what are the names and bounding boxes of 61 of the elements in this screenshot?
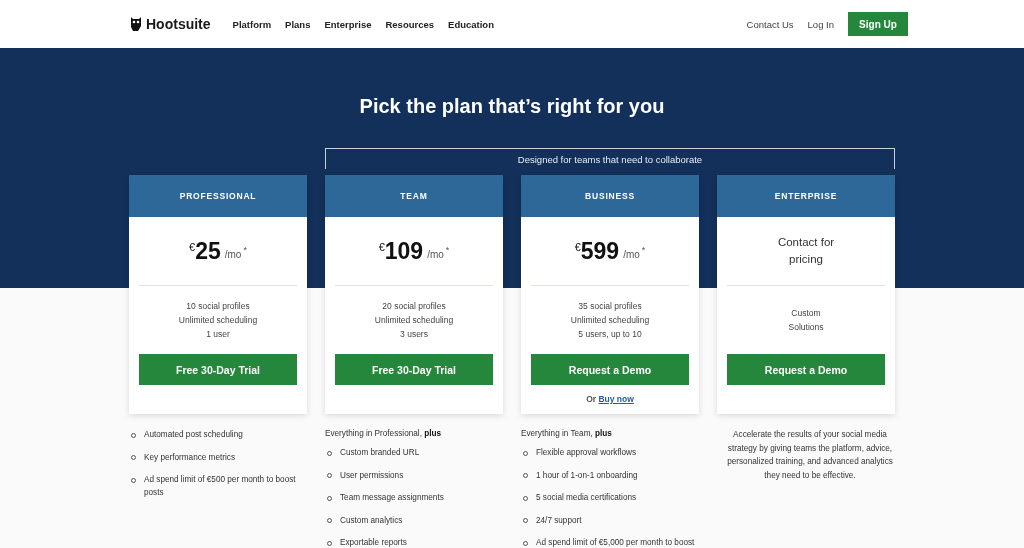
currency-symbol: € [574,241,581,253]
plan-highlight: 3 users [400,328,428,341]
feature-item: 1 hour of 1-on-1 onboarding [536,469,638,482]
plan-highlight: 5 users, up to 10 [578,328,642,341]
alt-text: Or [586,394,597,404]
nav-link[interactable]: Plans [285,18,311,30]
buy-now-link[interactable]: Buy now [598,394,634,404]
plan-header: ENTERPRISE [717,175,895,217]
plan-highlight: Unlimited scheduling [374,314,454,327]
plan-highlight: 10 social profiles [186,300,250,313]
brand-name[interactable]: Hootsuite [146,16,211,32]
feature-item: Flexible approval workflows [536,447,637,459]
plan-highlight: Custom Solutions [787,307,825,334]
footnote-mark: * [641,245,646,255]
collaboration-banner: Designed for teams that need to collaborate [325,148,895,169]
plan-highlight: 1 user [206,328,230,341]
plan-button[interactable]: Request a Demo [531,354,689,385]
header-link[interactable]: Log In [807,18,834,30]
feature-item: Ad spend limit of €5,000 per month to boost [536,537,695,548]
plan-highlight: Unlimited scheduling [178,314,258,327]
feature-item: User permissions [340,469,404,482]
plan-highlight: Unlimited scheduling [570,314,650,327]
nav-link[interactable]: Enterprise [324,18,372,30]
feature-item: 24/7 support [536,514,582,527]
plan-button[interactable]: Request a Demo [727,354,885,385]
features-intro: Everything in Team, plus [521,428,613,439]
plan-highlight: 35 social profiles [578,300,642,313]
nav-link[interactable]: Education [448,18,494,30]
header-link[interactable]: Contact Us [746,18,794,30]
feature-item: Key performance metrics [144,451,235,464]
plan-button[interactable]: Free 30-Day Trial [139,354,297,385]
footnote-mark: * [243,245,247,255]
plan-highlight: 20 social profiles [382,300,446,313]
contact-text: Contact for pricing [776,235,836,267]
price-unit: /mo [427,248,444,260]
price-unit: /mo [623,248,640,260]
features-intro: Everything in Professional, plus [325,428,443,439]
feature-item: Team message assignments [340,492,444,504]
price-amount: 109 [384,237,424,265]
currency-symbol: € [189,241,196,253]
plan-button[interactable]: Free 30-Day Trial [335,354,493,385]
price-amount: 25 [195,237,221,265]
feature-item: 5 social media certifications [536,492,637,504]
price-unit: /mo [224,248,242,260]
plan-header: PROFESSIONAL [129,175,307,217]
feature-item: Automated post scheduling [144,429,243,441]
footnote-mark: * [445,245,450,255]
plan-header: TEAM [325,175,503,217]
feature-item: Ad spend limit of €500 per month to boost posts [144,474,297,499]
price-amount: 599 [580,237,620,265]
nav-link[interactable]: Platform [232,18,272,30]
plan-header: BUSINESS [521,175,699,217]
nav-link[interactable]: Resources [385,18,435,30]
feature-item: Custom analytics [340,514,403,527]
plan-description: Accelerate the results of your social media strategy by giving teams the platform, advice, personalized training, and advanced analytics they need to be effective. [726,429,894,482]
currency-symbol: € [378,241,385,253]
page-title: Pick the plan that’s right for you [358,94,666,119]
feature-item: Custom branded URL [340,447,420,459]
owl-logo-icon [130,17,142,31]
signup-button[interactable]: Sign Up [848,12,908,36]
feature-item: Exportable reports [340,537,407,548]
